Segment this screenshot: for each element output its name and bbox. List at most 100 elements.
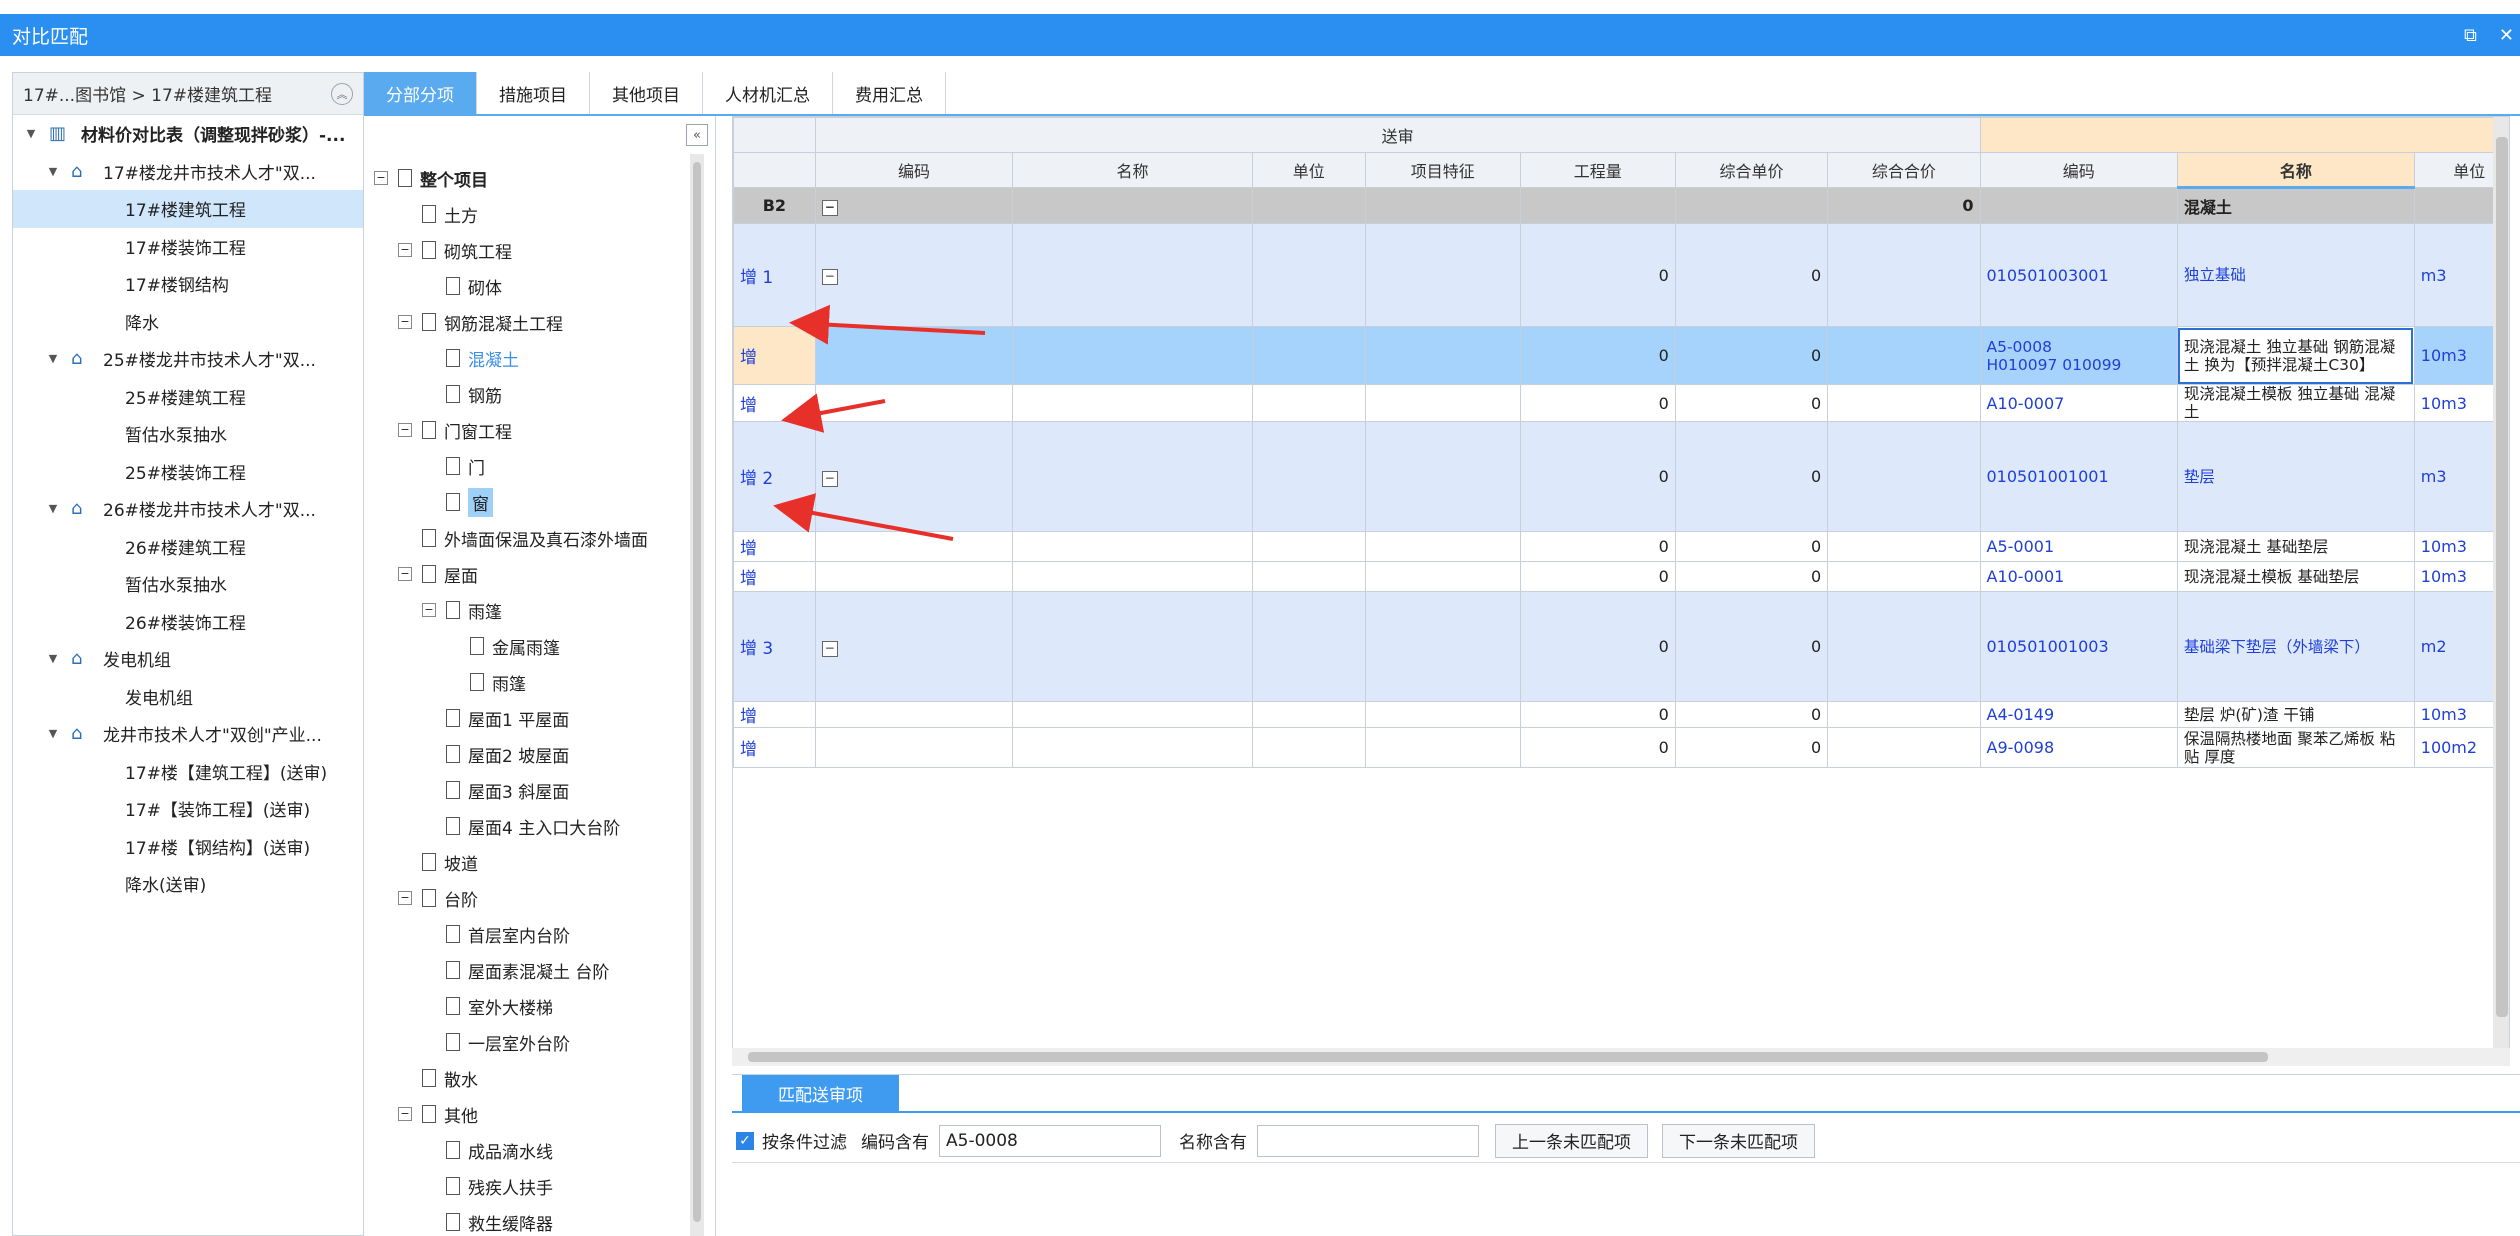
shending-col-header[interactable]: 名称 [2176, 152, 2415, 189]
section-tree-item[interactable]: 散水 [364, 1060, 684, 1096]
collapse-minus-icon[interactable]: − [821, 470, 838, 487]
collapse-box-icon[interactable]: − [398, 423, 412, 437]
collapse-minus-icon[interactable]: − [821, 269, 838, 285]
expand-triangle-icon[interactable]: ▼ [45, 652, 61, 665]
project-tree-item[interactable]: 降水 [13, 303, 363, 341]
section-tree-item[interactable]: 砌体 [364, 268, 684, 304]
collapse-box-icon[interactable]: − [398, 1107, 412, 1121]
songshen-col-header[interactable]: 编码 [814, 152, 1014, 188]
tree-toggle-cell[interactable]: − [814, 421, 1014, 532]
grid-row[interactable]: 增00A5-0001现浇混凝土 基础垫层10m334.6184909.39169… [733, 531, 2509, 562]
tab-2[interactable]: 其他项目 [590, 72, 703, 114]
grid-vertical-scrollbar[interactable] [2493, 117, 2509, 1049]
collapse-box-icon[interactable]: − [374, 171, 388, 185]
project-tree-item[interactable]: 17#楼钢结构 [13, 265, 363, 303]
section-tree-item[interactable]: 门 [364, 448, 684, 484]
project-tree-item[interactable]: ▼ ⌂ 发电机组 [13, 640, 363, 678]
section-tree-item[interactable]: − 雨篷 [364, 592, 684, 628]
songshen-col-header[interactable]: 单位 [1251, 152, 1366, 188]
section-tree-item[interactable]: 屋面2 坡屋面 [364, 736, 684, 772]
project-tree-item[interactable]: 17#【装饰工程】(送审) [13, 790, 363, 828]
restore-icon[interactable]: ⧉ [2464, 25, 2477, 46]
project-tree-item[interactable]: 17#楼装饰工程 [13, 228, 363, 266]
section-tree-item[interactable]: 屋面4 主入口大台阶 [364, 808, 684, 844]
project-tree-item[interactable]: 26#楼装饰工程 [13, 603, 363, 641]
tree-toggle-cell[interactable]: − [814, 223, 1014, 327]
collapse-box-icon[interactable]: − [422, 603, 436, 617]
collapse-box-icon[interactable]: − [398, 891, 412, 905]
section-tree-item[interactable]: 金属雨篷 [364, 628, 684, 664]
collapse-minus-icon[interactable]: − [821, 199, 838, 216]
songshen-col-header[interactable]: 综合单价 [1674, 152, 1829, 188]
section-tree-item[interactable]: − 钢筋混凝土工程 [364, 304, 684, 340]
section-tree-item[interactable]: − 门窗工程 [364, 412, 684, 448]
section-tree-item[interactable]: 屋面3 斜屋面 [364, 772, 684, 808]
tab-0[interactable]: 分部分项 [364, 72, 477, 114]
songshen-col-header[interactable]: 项目特征 [1364, 152, 1521, 188]
section-tree-item[interactable]: 外墙面保温及真石漆外墙面 [364, 520, 684, 556]
tree-toggle-cell[interactable] [814, 531, 1014, 562]
name-filter-input[interactable] [1257, 1124, 1479, 1157]
section-tree-item[interactable]: 土方 [364, 196, 684, 232]
project-tree-item[interactable]: ▼ ⌂ 17#楼龙井市技术人才"双... [13, 153, 363, 191]
tree-toggle-cell[interactable] [814, 727, 1014, 768]
tree-toggle-cell[interactable] [814, 561, 1014, 592]
grid-row[interactable]: 增00A9-0098保温隔热楼地面 聚苯乙烯板 粘贴 厚度100m21.8638… [733, 727, 2509, 768]
section-tree-item[interactable]: 室外大楼梯 [364, 988, 684, 1024]
project-tree-item[interactable]: ▼ ⌂ 26#楼龙井市技术人才"双... [13, 490, 363, 528]
section-tree-item[interactable]: − 整个项目 [364, 160, 684, 196]
next-unmatched-button[interactable]: 下一条未匹配项 [1662, 1123, 1815, 1158]
tree-toggle-cell[interactable] [814, 701, 1014, 728]
songshen-col-header[interactable]: 综合合价 [1827, 152, 1981, 188]
project-tree-item[interactable]: 降水(送审) [13, 865, 363, 903]
filter-checkbox[interactable]: ✓ [736, 1131, 754, 1150]
section-tree-item[interactable]: 屋面1 平屋面 [364, 700, 684, 736]
section-tree-item[interactable]: 一层室外台阶 [364, 1024, 684, 1060]
tab-match-songshen[interactable]: 匹配送审项 [742, 1075, 899, 1111]
expand-triangle-icon[interactable]: ▼ [45, 727, 61, 740]
section-tree-item[interactable]: 钢筋 [364, 376, 684, 412]
prev-unmatched-button[interactable]: 上一条未匹配项 [1495, 1123, 1648, 1158]
grid-row[interactable]: 增 3−00010501001003基础梁下垫层（外墙梁下）m21.外墙基础梁下… [733, 591, 2509, 702]
collapse-up-icon[interactable]: ︽ [331, 83, 353, 105]
songshen-col-header[interactable]: 工程量 [1519, 152, 1676, 188]
grid-row[interactable]: 增00A4-0149垫层 炉(矿)渣 干铺10m345.3841628.6173… [733, 701, 2509, 728]
section-tree-item[interactable]: − 屋面 [364, 556, 684, 592]
section-tree-scrollbar[interactable] [690, 154, 704, 1236]
section-tree-item[interactable]: 救生缓降器 [364, 1204, 684, 1236]
grid-row[interactable]: 增00A10-0001现浇混凝土模板 基础垫层10m334.618408.781… [733, 561, 2509, 592]
project-tree-item[interactable]: 暂估水泵抽水 [13, 415, 363, 453]
project-tree-item[interactable]: 17#楼【建筑工程】(送审) [13, 753, 363, 791]
tab-3[interactable]: 人材机汇总 [703, 72, 833, 114]
tree-toggle-cell[interactable]: − [814, 187, 1014, 224]
section-tree-item[interactable]: 窗 [364, 484, 684, 520]
grid-row[interactable]: 增 0 0 A5-0008 H010097 010099 现浇混凝土 独立基础 钢筋混凝… [733, 326, 2509, 385]
collapse-box-icon[interactable]: − [398, 567, 412, 581]
project-tree-item[interactable]: 25#楼装饰工程 [13, 453, 363, 491]
grid-row[interactable]: 增 1−00010501003001独立基础m31.独立基础 2.混凝土种类:商… [733, 223, 2509, 327]
collapse-box-icon[interactable]: − [398, 243, 412, 257]
expand-triangle-icon[interactable]: ▼ [45, 165, 61, 178]
section-tree-item[interactable]: − 砌筑工程 [364, 232, 684, 268]
section-tree-item[interactable]: 混凝土 [364, 340, 684, 376]
collapse-panel-icon[interactable]: « [686, 124, 708, 146]
grid-row[interactable]: 增 2−00010501001001垫层m31.独立基础垫层 2.混凝土种类:商… [733, 421, 2509, 532]
project-tree-item[interactable]: 17#楼建筑工程 [13, 190, 363, 228]
project-tree-item[interactable]: 暂估水泵抽水 [13, 565, 363, 603]
expand-triangle-icon[interactable]: ▼ [45, 352, 61, 365]
songshen-col-header[interactable]: 名称 [1012, 152, 1253, 188]
section-tree-item[interactable]: 成品滴水线 [364, 1132, 684, 1168]
code-filter-input[interactable]: A5-0008 [939, 1124, 1161, 1157]
section-tree-item[interactable]: − 其他 [364, 1096, 684, 1132]
project-tree-item[interactable]: 26#楼建筑工程 [13, 528, 363, 566]
expand-triangle-icon[interactable]: ▼ [23, 127, 39, 140]
section-tree-item[interactable]: 雨篷 [364, 664, 684, 700]
grid-horizontal-scrollbar[interactable] [732, 1048, 2510, 1066]
project-tree-item[interactable]: ▼ ▥ 材料价对比表（调整现拌砂浆）-... [13, 115, 363, 153]
project-tree-item[interactable]: 发电机组 [13, 678, 363, 716]
grid-row[interactable]: 增00A10-0007现浇混凝土模板 独立基础 混凝土10m385.678186… [733, 384, 2509, 422]
project-tree-item[interactable]: ▼ ⌂ 25#楼龙井市技术人才"双... [13, 340, 363, 378]
section-tree-item[interactable]: 残疾人扶手 [364, 1168, 684, 1204]
project-tree-item[interactable]: 17#楼【钢结构】(送审) [13, 828, 363, 866]
section-tree-item[interactable]: 屋面素混凝土 台阶 [364, 952, 684, 988]
